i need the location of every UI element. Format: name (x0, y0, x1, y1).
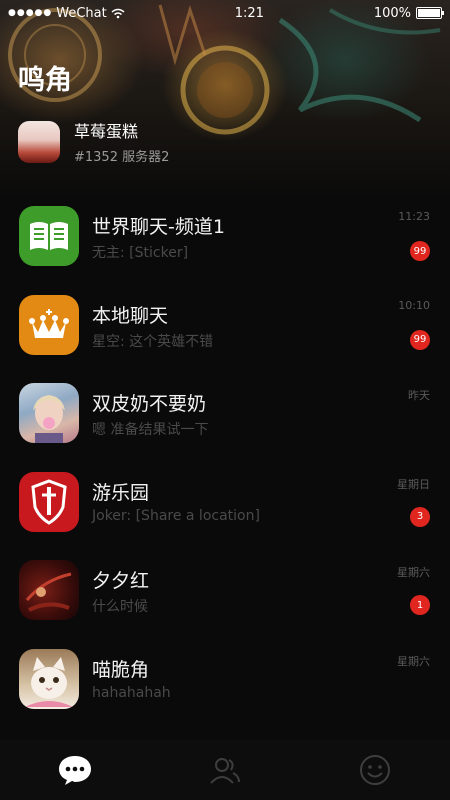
banner-artwork (8, 4, 441, 135)
crown-icon (19, 294, 79, 355)
battery-icon (416, 7, 444, 19)
chat-row[interactable]: 游乐园 Joker: [Share a location] 星期日 3 (0, 456, 450, 545)
header-banner (0, 0, 450, 200)
tab-contacts[interactable] (205, 750, 245, 790)
chat-row[interactable]: 世界聊天-频道1 无主: [Sticker] 11:23 99 (0, 190, 450, 279)
chat-name: 本地聊天 (92, 304, 169, 327)
chat-name: 双皮奶不要奶 (92, 393, 207, 415)
chat-row[interactable]: 本地聊天 星空: 这个英雄不错 10:10 99 (0, 279, 450, 368)
chat-preview: 无主: [Sticker] (92, 245, 189, 261)
chat-name: 游乐园 (92, 481, 150, 504)
chat-preview: 嗯 准备结果试一下 (92, 422, 209, 438)
user-photo (19, 383, 79, 443)
chat-time: 星期六 (397, 566, 430, 579)
chat-time: 10:10 (398, 298, 430, 312)
wifi-icon (111, 8, 125, 18)
chat-time: 11:23 (398, 210, 430, 223)
chat-name: 喵脆角 (92, 658, 150, 681)
contacts-icon (210, 758, 240, 784)
unread-badge: 99 (410, 241, 430, 261)
unread-badge: 99 (410, 329, 430, 350)
chat-name: 世界聊天-频道1 (92, 216, 225, 238)
chat-row[interactable]: 夕夕红 什么时候 星期六 1 (0, 544, 450, 633)
tab-discover[interactable] (355, 750, 395, 790)
chat-name: 夕夕红 (92, 570, 150, 592)
smiley-icon (360, 755, 390, 785)
server-card[interactable]: 草莓蛋糕 #1352 服务器2 (18, 118, 169, 165)
server-name: 草莓蛋糕 (74, 122, 139, 141)
signal-icon: ●●●●● (8, 8, 53, 18)
server-avatar (18, 120, 60, 163)
chat-bubble-icon (59, 756, 91, 785)
carrier-label: WeChat (56, 5, 107, 21)
unread-badge: 1 (410, 595, 430, 615)
chat-row[interactable]: 双皮奶不要奶 嗯 准备结果试一下 昨天 (0, 367, 450, 456)
red-art-photo (19, 560, 79, 620)
battery-percent: 100% (373, 5, 411, 21)
sword-shield-icon (19, 471, 79, 532)
chat-time: 星期六 (397, 654, 430, 668)
chat-time: 昨天 (408, 389, 430, 402)
clock: 1:21 (234, 5, 264, 21)
cat-photo (19, 648, 79, 709)
status-bar: ●●●●● WeChat 1:21 100% (0, 0, 450, 26)
chat-preview: 什么时候 (92, 599, 148, 615)
tab-bar (0, 740, 450, 800)
server-subtitle: #1352 服务器2 (74, 150, 170, 165)
page-title: 鸣角 (18, 65, 72, 96)
chat-row[interactable]: 喵脆角 hahahahah 星期六 (0, 633, 450, 722)
book-icon (19, 206, 79, 266)
chat-preview: 星空: 这个英雄不错 (92, 333, 214, 350)
tab-chats[interactable] (55, 750, 95, 790)
chat-preview: Joker: [Share a location] (92, 507, 260, 524)
unread-badge: 3 (410, 506, 430, 527)
chat-preview: hahahahah (92, 684, 171, 701)
battery-fill (418, 9, 440, 17)
chat-list: 世界聊天-频道1 无主: [Sticker] 11:23 99 本地聊天 星空:… (0, 190, 450, 721)
chat-time: 星期日 (397, 477, 430, 491)
